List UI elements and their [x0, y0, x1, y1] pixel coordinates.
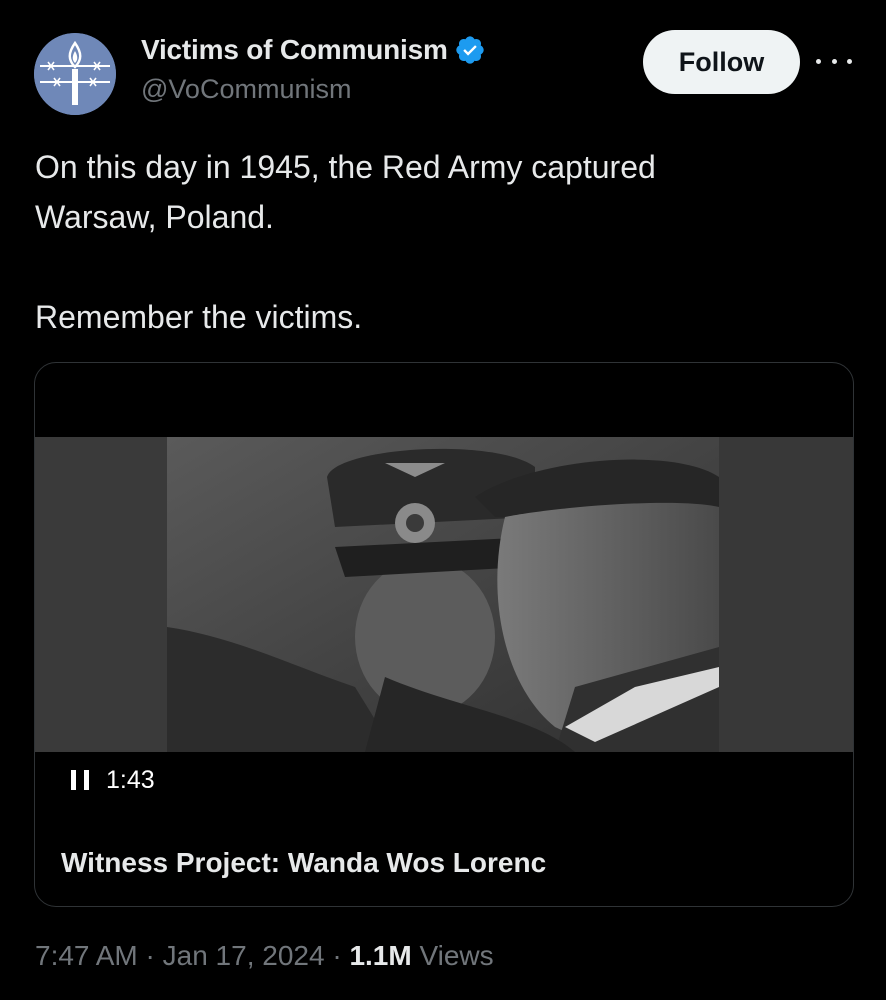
video-controls: 1:43	[71, 763, 155, 797]
video-frame-image	[35, 437, 853, 752]
tweet-time[interactable]: 7:47 AM	[35, 940, 138, 971]
display-name[interactable]: Victims of Communism	[141, 34, 448, 66]
tweet-text: On this day in 1945, the Red Army captur…	[35, 142, 835, 342]
account-handle[interactable]: @VoCommunism	[141, 74, 351, 105]
views-count: 1.1M	[349, 940, 412, 971]
tweet-date[interactable]: Jan 17, 2024	[163, 940, 325, 971]
verified-badge-icon[interactable]	[454, 34, 486, 66]
video-player[interactable]	[35, 437, 853, 752]
dot	[831, 58, 837, 64]
separator: ·	[145, 940, 155, 971]
account-name-row[interactable]: Victims of Communism	[141, 31, 486, 69]
tweet-text-paragraph: Remember the victims.	[35, 299, 363, 335]
dot	[816, 58, 821, 64]
pause-icon[interactable]	[71, 770, 89, 790]
tweet-text-paragraph: On this day in 1945, the Red Army captur…	[35, 149, 656, 235]
torch-barbed-wire-logo-icon	[34, 33, 116, 115]
video-card[interactable]: 1:43 Witness Project: Wanda Wos Lorenc	[34, 362, 854, 907]
dot	[847, 58, 852, 64]
tweet-meta: 7:47 AM · Jan 17, 2024 · 1.1M Views	[35, 940, 494, 972]
video-duration: 1:43	[106, 765, 155, 794]
separator: ·	[332, 940, 342, 971]
avatar[interactable]	[34, 33, 116, 115]
follow-button[interactable]: Follow	[643, 30, 800, 94]
views-label: Views	[419, 940, 494, 971]
more-horizontal-icon[interactable]	[816, 46, 852, 76]
video-title[interactable]: Witness Project: Wanda Wos Lorenc	[61, 847, 546, 879]
